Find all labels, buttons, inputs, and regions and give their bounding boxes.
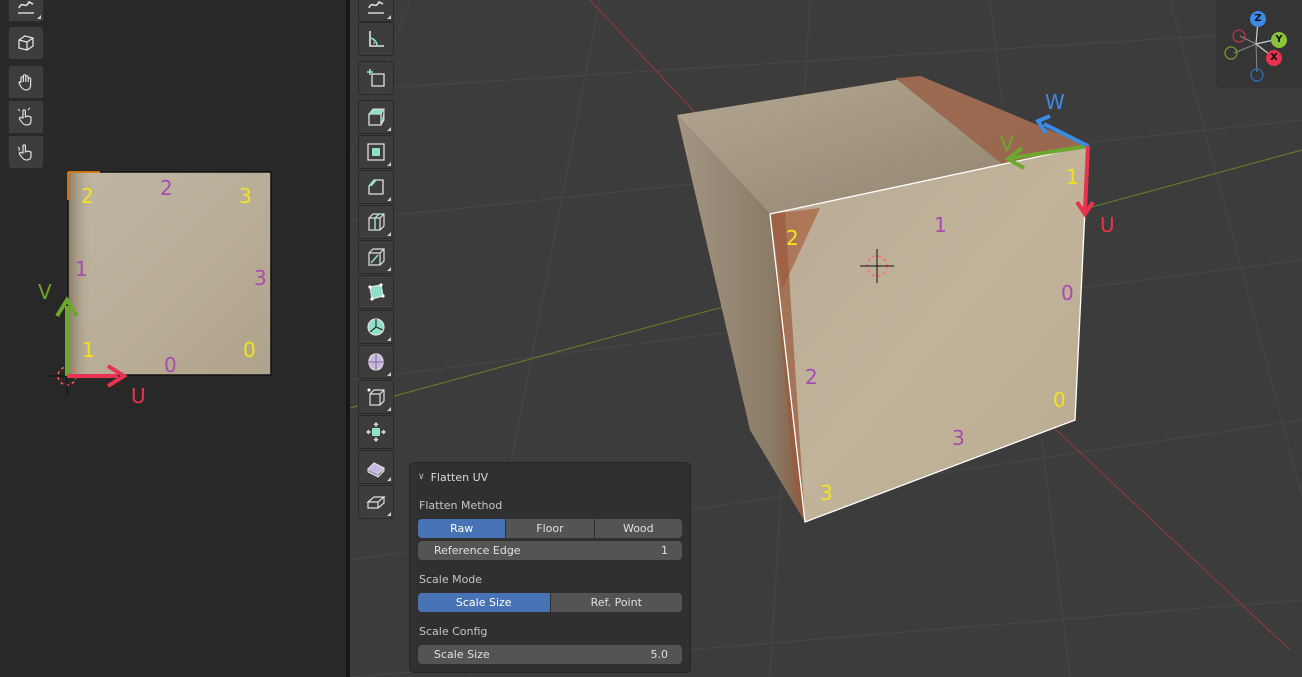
flatten-method-option[interactable]: Raw <box>418 519 507 538</box>
scale-mode-label: Scale Mode <box>419 573 483 586</box>
smooth-icon <box>368 353 384 371</box>
flatten-method-option[interactable]: Floor <box>506 519 595 538</box>
tool-measure[interactable] <box>358 22 394 56</box>
viewport-axis-w-label: W <box>1045 90 1065 114</box>
gizmo-x-axis[interactable]: X <box>1266 50 1282 66</box>
tool-inset-faces[interactable] <box>358 135 394 169</box>
extrude-region-icon <box>368 108 385 126</box>
uv-vertex-label: 1 <box>82 338 95 362</box>
tool-loop-cut[interactable] <box>358 205 394 239</box>
reference-edge-field[interactable]: Reference Edge 1 <box>418 541 682 560</box>
viewport-axis-v-label: V <box>1000 132 1014 156</box>
reference-edge-label: Reference Edge <box>434 544 521 557</box>
viewport-edge-label: 1 <box>934 213 947 237</box>
flatten-method-selector[interactable]: Raw Floor Wood <box>418 519 682 538</box>
tool-poly-build[interactable] <box>358 275 394 309</box>
uv-island[interactable] <box>0 0 346 677</box>
measure-icon <box>369 31 384 47</box>
shrink-fatten-icon <box>366 422 386 442</box>
scale-size-field[interactable]: Scale Size 5.0 <box>418 645 682 664</box>
viewport-edge-label: 3 <box>952 426 965 450</box>
gizmo-z-axis[interactable]: Z <box>1250 11 1266 27</box>
tool-knife[interactable] <box>358 240 394 274</box>
scale-config-label: Scale Config <box>419 625 488 638</box>
uv-edge-label: 3 <box>254 266 267 290</box>
scale-size-value: 5.0 <box>650 648 669 661</box>
flatten-method-label: Flatten Method <box>419 499 503 512</box>
shear-icon <box>366 462 386 478</box>
bevel-icon <box>368 179 384 195</box>
rip-region-icon <box>366 496 386 509</box>
tool-add-cube[interactable] <box>358 61 394 95</box>
tool-rip-region[interactable] <box>358 485 394 519</box>
reference-edge-value: 1 <box>661 544 668 557</box>
uv-axis-v-label: V <box>38 280 52 304</box>
tool-shear[interactable] <box>358 450 394 484</box>
poly-build-icon <box>368 283 385 301</box>
inset-faces-icon <box>367 143 385 161</box>
spin-icon <box>367 318 385 336</box>
tool-bevel[interactable] <box>358 170 394 204</box>
tool-annotate[interactable] <box>358 0 394 22</box>
flatten-uv-panel[interactable]: ∨ Flatten UV Flatten Method Raw Floor Wo… <box>410 463 690 672</box>
uv-editor-area[interactable]: V U 2 3 1 0 2 1 3 0 <box>0 0 346 677</box>
tool-extrude-region[interactable] <box>358 100 394 134</box>
uv-axis-u-label: U <box>131 384 146 408</box>
viewport-vertex-label: 3 <box>820 481 833 505</box>
uv-edge-label: 1 <box>75 257 88 281</box>
scale-mode-selector[interactable]: Scale Size Ref. Point <box>418 593 682 612</box>
add-cube-icon <box>367 69 385 87</box>
viewport-vertex-label: 1 <box>1066 165 1079 189</box>
edge-slide-icon <box>367 388 385 406</box>
flatten-uv-header[interactable]: ∨ Flatten UV <box>418 469 488 485</box>
loop-cut-icon <box>368 213 385 231</box>
scale-mode-option[interactable]: Ref. Point <box>551 593 683 612</box>
uv-vertex-label: 2 <box>81 184 94 208</box>
scale-size-label: Scale Size <box>434 648 490 661</box>
navigation-gizmo[interactable]: Z Y X <box>1216 0 1302 88</box>
viewport-axis-u-label: U <box>1100 213 1115 237</box>
uv-edge-label: 0 <box>164 353 177 377</box>
tool-spin[interactable] <box>358 310 394 344</box>
gizmo-y-axis[interactable]: Y <box>1271 32 1287 48</box>
chevron-down-icon[interactable]: ∨ <box>418 472 425 482</box>
uv-vertex-label: 3 <box>239 184 252 208</box>
viewport-edge-label: 2 <box>805 365 818 389</box>
viewport-vertex-label: 2 <box>786 226 799 250</box>
flatten-method-option[interactable]: Wood <box>595 519 682 538</box>
uv-vertex-label: 0 <box>243 338 256 362</box>
tool-shrink-fatten[interactable] <box>358 415 394 449</box>
viewport-edge-label: 0 <box>1061 281 1074 305</box>
annotate-icon <box>368 0 384 14</box>
panel-title: Flatten UV <box>430 470 489 484</box>
viewport-vertex-label: 0 <box>1053 388 1066 412</box>
scale-mode-option[interactable]: Scale Size <box>418 593 551 612</box>
tool-edge-slide[interactable] <box>358 380 394 414</box>
tool-smooth[interactable] <box>358 345 394 379</box>
knife-icon <box>368 248 385 266</box>
uv-edge-label: 2 <box>160 176 173 200</box>
